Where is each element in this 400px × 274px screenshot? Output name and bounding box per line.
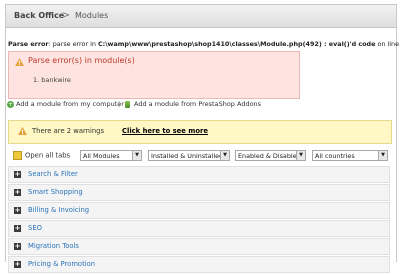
parse-error-message: : parse error in (48, 40, 98, 48)
module-error-box: Parse error(s) in module(s) 1. bankwire (8, 51, 300, 99)
parse-error-path: C:\wamp\www\prestashop\shop1410\classes\… (97, 40, 376, 48)
breadcrumb-current: Modules (75, 11, 109, 20)
category-label: Smart Shopping (28, 188, 83, 196)
add-module-from-computer-link[interactable]: + Add a module from my computer (7, 100, 124, 108)
module-type-value: All Modules (83, 152, 120, 160)
open-all-tabs-button[interactable]: Open all tabs (13, 151, 70, 160)
warning-triangle-icon (18, 127, 27, 135)
expand-plus-icon: + (14, 260, 21, 268)
expand-plus-icon: + (14, 206, 21, 214)
breadcrumb: Back Office > Modules (6, 5, 396, 28)
warning-triangle-icon (15, 58, 24, 66)
country-select[interactable]: All countries ▼ (312, 150, 388, 161)
category-pricing-promotion[interactable]: + Pricing & Promotion (8, 256, 390, 273)
parse-error-line: Parse error: parse error in C:\wamp\www\… (8, 40, 400, 48)
module-categories: + Search & Filter + Smart Shopping + Bil… (8, 166, 390, 274)
breadcrumb-back-office[interactable]: Back Office (14, 5, 64, 27)
add-from-computer-label: Add a module from my computer (16, 100, 124, 108)
chevron-down-icon: ▼ (132, 151, 141, 160)
chevron-down-icon: ▼ (296, 151, 305, 160)
module-type-select[interactable]: All Modules ▼ (80, 150, 142, 161)
install-status-value: Installed & Uninstalled (151, 152, 224, 160)
addons-icon (125, 100, 130, 108)
enabled-status-value: Enabled & Disabled (238, 152, 301, 160)
breadcrumb-separator-icon: > (61, 10, 71, 21)
chevron-down-icon: ▼ (220, 151, 229, 160)
add-from-addons-label: Add a module from PrestaShop Addons (134, 100, 262, 108)
open-all-tabs-label: Open all tabs (25, 151, 71, 160)
parse-error-suffix: on line (375, 40, 400, 48)
expand-plus-icon: + (14, 188, 21, 196)
category-search-filter[interactable]: + Search & Filter (8, 166, 390, 183)
module-filters: Open all tabs All Modules ▼ Installed & … (8, 148, 390, 164)
error-module-item: 1. bankwire (33, 76, 71, 84)
add-module-from-addons-link[interactable]: Add a module from PrestaShop Addons (125, 100, 261, 108)
link-divider: | (118, 100, 121, 108)
chevron-down-icon: ▼ (378, 151, 387, 160)
error-box-title: Parse error(s) in module(s) (28, 56, 135, 65)
expand-plus-icon: + (14, 242, 21, 250)
expand-plus-icon: + (14, 224, 21, 232)
category-migration-tools[interactable]: + Migration Tools (8, 238, 390, 255)
warnings-message: There are 2 warnings (32, 127, 105, 135)
install-status-select[interactable]: Installed & Uninstalled ▼ (148, 150, 230, 161)
expand-all-icon (13, 151, 22, 160)
category-billing-invoicing[interactable]: + Billing & Invoicing (8, 202, 390, 219)
expand-plus-icon: + (14, 170, 21, 178)
category-label: Search & Filter (28, 170, 78, 178)
category-label: Migration Tools (28, 242, 79, 250)
category-label: Billing & Invoicing (28, 206, 90, 214)
category-seo[interactable]: + SEO (8, 220, 390, 237)
parse-error-prefix: Parse error (8, 40, 49, 48)
country-value: All countries (315, 152, 355, 160)
see-more-warnings-link[interactable]: Click here to see more (122, 127, 208, 135)
category-label: SEO (28, 224, 42, 232)
enabled-status-select[interactable]: Enabled & Disabled ▼ (235, 150, 306, 161)
add-circle-icon: + (7, 100, 14, 108)
warnings-bar: There are 2 warnings Click here to see m… (8, 120, 392, 144)
category-smart-shopping[interactable]: + Smart Shopping (8, 184, 390, 201)
category-label: Pricing & Promotion (28, 260, 96, 268)
